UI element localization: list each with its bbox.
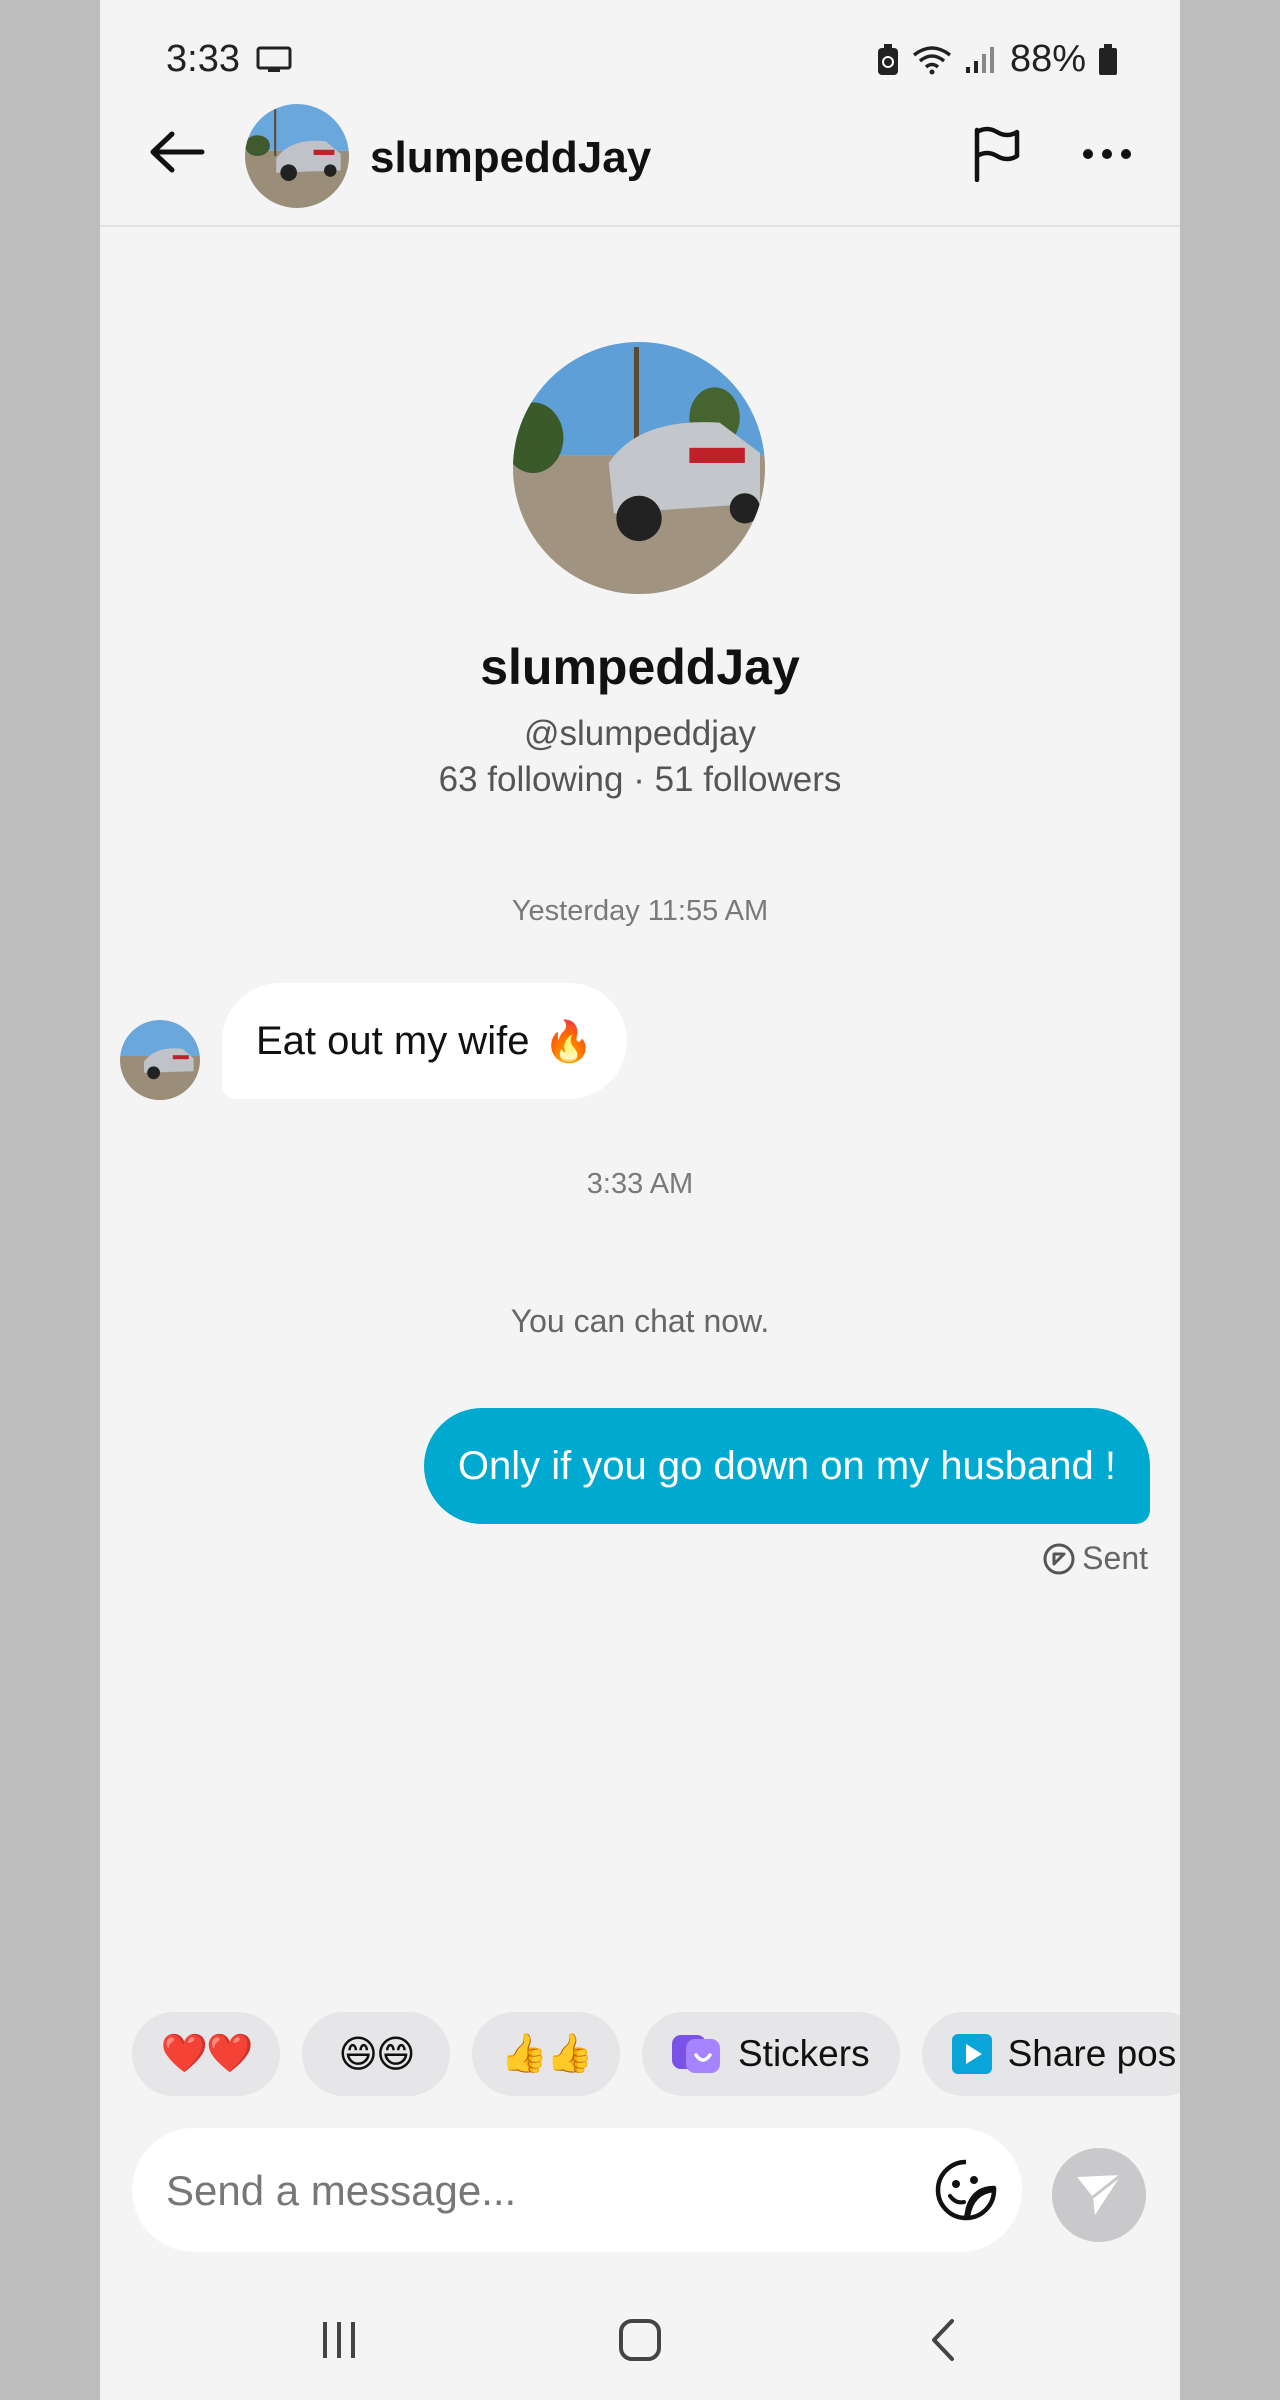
home-button[interactable] (605, 2310, 675, 2370)
quick-reply-thumbs[interactable]: 👍👍 (472, 2012, 620, 2096)
back-button[interactable] (142, 117, 212, 187)
sticker-face-icon[interactable] (934, 2158, 998, 2222)
message-composer (132, 2128, 1022, 2252)
report-button[interactable] (962, 119, 1032, 189)
sender-avatar[interactable] (120, 1020, 200, 1100)
recents-icon (323, 2322, 355, 2358)
send-arrow-icon (1077, 2173, 1122, 2215)
wifi-icon (912, 45, 952, 74)
arrow-left-icon (150, 131, 205, 173)
profile-name: slumpeddJay (480, 639, 800, 695)
signal-icon (965, 46, 994, 73)
more-options-button[interactable] (1072, 119, 1142, 189)
message-timestamp: 3:33 AM (586, 1168, 694, 1200)
quick-reply-hearts[interactable]: ❤️❤️ (132, 2012, 280, 2096)
stickers-button[interactable]: Stickers (642, 2012, 900, 2096)
car-photo (513, 342, 765, 594)
car-photo (120, 1020, 200, 1100)
sent-arrow-icon (1043, 1543, 1075, 1574)
quick-reply-bar: ❤️❤️ 😄😄 👍👍 Stickers Share pos (132, 2012, 1180, 2096)
header-avatar[interactable] (245, 104, 349, 208)
recents-button[interactable] (304, 2310, 374, 2370)
car-photo (245, 104, 349, 208)
status-bar: 3:33 88% (100, 0, 1180, 110)
incoming-message-text: Eat out my wife (256, 1018, 530, 1063)
outgoing-message-text: Only if you go down on my husband ! (457, 1443, 1116, 1488)
chevron-left-icon (932, 2319, 954, 2361)
sent-status: Sent (1042, 1540, 1148, 1577)
battery-percent: 88% (1009, 38, 1086, 80)
system-back-button[interactable] (908, 2310, 978, 2370)
system-nav-bar (100, 2290, 1180, 2380)
profile-stats: 63 following · 51 followers (438, 760, 842, 799)
battery-icon (1099, 43, 1117, 75)
quick-reply-laughs[interactable]: 😄😄 (302, 2012, 450, 2096)
sent-label: Sent (1082, 1540, 1148, 1576)
battery-saver-icon (877, 43, 898, 75)
message-input[interactable] (164, 2150, 928, 2232)
video-play-icon (951, 2034, 992, 2074)
flag-icon (974, 126, 1020, 182)
status-time: 3:33 (166, 38, 240, 80)
fire-emoji: 🔥 (543, 1019, 594, 1064)
share-post-label: Share pos (1007, 2033, 1177, 2074)
home-icon (619, 2319, 661, 2361)
system-note: You can chat now. (510, 1303, 770, 1339)
stickers-icon (672, 2033, 722, 2075)
more-dots-icon (1083, 149, 1131, 159)
incoming-message-bubble[interactable]: Eat out my wife 🔥 (222, 983, 628, 1099)
chat-screen: 3:33 88% slumpeddJay slumpeddJay @slumpe… (100, 0, 1180, 2400)
profile-handle: @slumpeddjay (523, 714, 757, 753)
header-username[interactable]: slumpeddJay (370, 133, 651, 183)
status-icons: 88% (876, 38, 1118, 81)
outgoing-message-bubble[interactable]: Only if you go down on my husband ! (423, 1408, 1150, 1524)
share-post-button[interactable]: Share pos (921, 2012, 1180, 2096)
profile-avatar[interactable] (513, 342, 765, 594)
stickers-label: Stickers (738, 2033, 870, 2074)
send-button[interactable] (1052, 2148, 1146, 2242)
screen-cast-icon (256, 46, 292, 72)
message-timestamp: Yesterday 11:55 AM (511, 895, 769, 927)
chat-header: slumpeddJay (100, 95, 1180, 227)
